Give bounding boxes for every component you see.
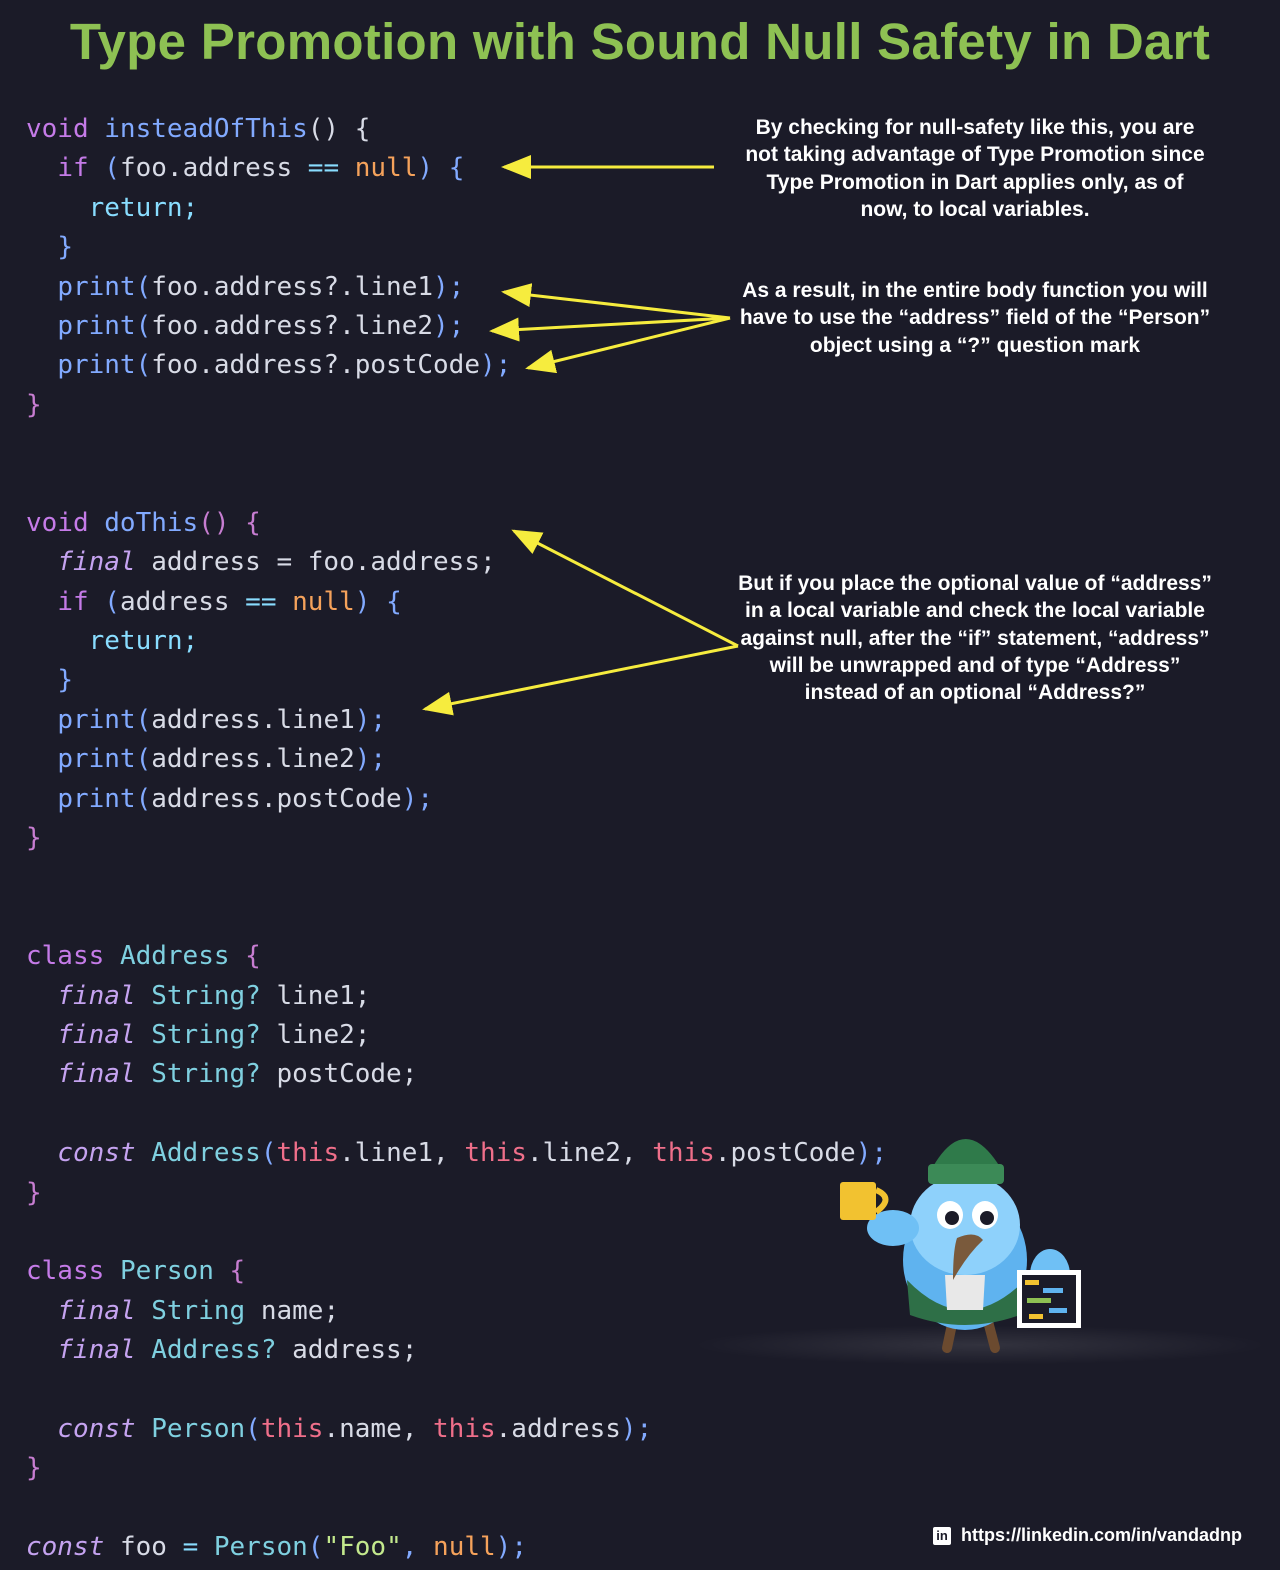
arrow-3b	[422, 644, 739, 716]
linkedin-icon: in	[932, 1526, 951, 1545]
arrow-3a	[511, 529, 739, 648]
dart-bird-mascot-icon	[840, 1139, 1081, 1353]
arrow-2b	[489, 316, 731, 342]
footer: in https://linkedin.com/in/vandadnp	[932, 1525, 1242, 1546]
footer-link[interactable]: https://linkedin.com/in/vandadnp	[961, 1525, 1242, 1546]
arrow-2a	[501, 283, 731, 320]
arrow-2c	[525, 316, 731, 374]
